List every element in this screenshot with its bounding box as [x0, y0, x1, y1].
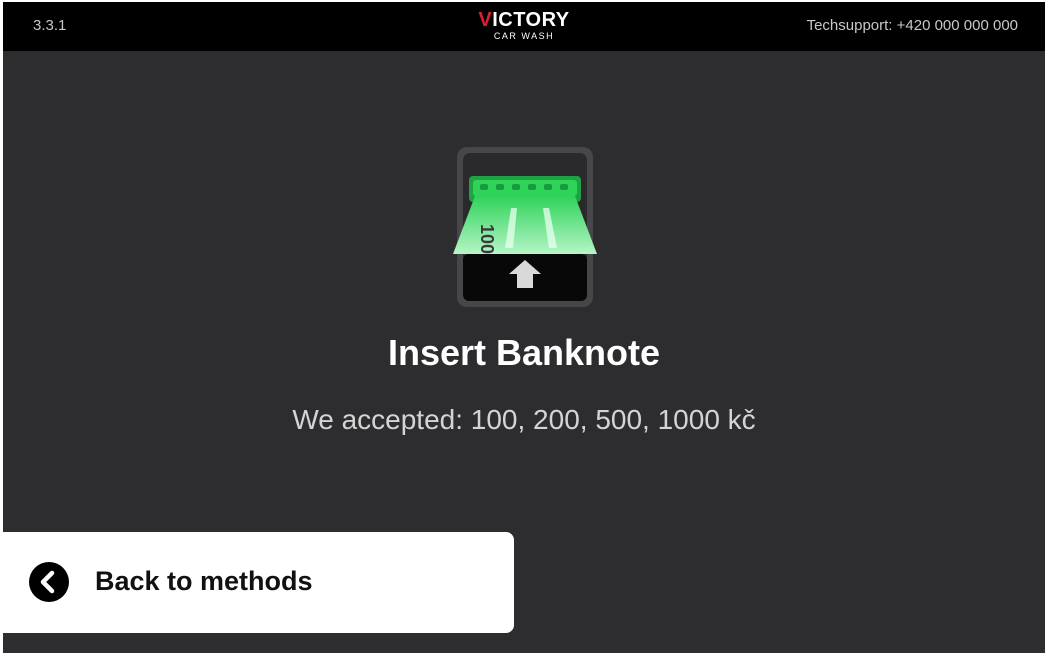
victory-logo: VICTORY CAR WASH — [473, 10, 575, 44]
logo-wordmark-rest: ICTORY — [492, 9, 570, 31]
techsupport-label: Techsupport: +420 000 000 000 — [806, 17, 1018, 34]
chevron-left-circle-icon — [29, 562, 69, 602]
accepted-notes-text: We accepted: 100, 200, 500, 1000 kč — [292, 404, 756, 435]
back-button-label: Back to methods — [95, 566, 313, 596]
back-to-methods-button[interactable]: Back to methods — [3, 532, 514, 633]
logo-wordmark: VICTORY — [473, 10, 575, 30]
logo-accent-letter: V — [478, 9, 493, 31]
top-bar: 3.3.1 VICTORY CAR WASH Techsupport: +420… — [3, 2, 1045, 51]
version-label: 3.3.1 — [33, 17, 67, 34]
payment-screen: 3.3.1 VICTORY CAR WASH Techsupport: +420… — [3, 2, 1045, 653]
banknote-insert-icon: 100 — [453, 147, 597, 307]
page-title: Insert Banknote — [387, 332, 661, 373]
banknote-value: 100 — [477, 224, 497, 254]
logo-subtitle: CAR WASH — [493, 31, 555, 41]
